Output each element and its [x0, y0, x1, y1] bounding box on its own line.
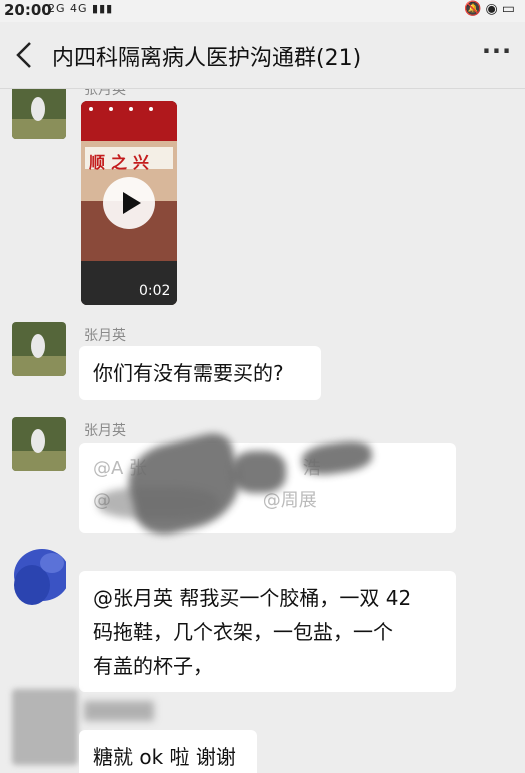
message-bubble[interactable]: @张月英 帮我买一个胶桶，一双 42 码拖鞋，几个衣架，一包盐，一个 有盖的杯子…: [79, 571, 456, 692]
message-bubble[interactable]: 你们有没有需要买的?: [79, 346, 321, 400]
avatar[interactable]: [12, 322, 66, 376]
status-icons: 🔕◉▭: [464, 1, 519, 17]
play-icon: [123, 192, 141, 214]
back-button[interactable]: [10, 38, 40, 72]
more-options-button[interactable]: ···: [477, 36, 517, 70]
sender-name: 张月英: [84, 423, 126, 439]
more-icon: ···: [481, 37, 513, 65]
video-duration: 0:02: [139, 283, 171, 299]
redaction-scribble: [232, 451, 286, 493]
signal-icon: 2G 4G ▮▮▮: [48, 2, 114, 15]
sender-name: 张月英: [84, 89, 126, 98]
chat-title: 内四科隔离病人医护沟通群(21): [52, 46, 362, 71]
avatar[interactable]: [12, 89, 66, 139]
avatar-image: [12, 322, 66, 376]
battery-icon: ▭: [501, 1, 519, 17]
message-text: 糖就 ok 啦 谢谢: [93, 745, 236, 769]
chevron-left-icon: [16, 42, 31, 68]
redaction-scribble: [98, 487, 218, 519]
message-bubble[interactable]: 糖就 ok 啦 谢谢: [79, 730, 257, 773]
bell-icon: 🔕: [464, 1, 486, 17]
avatar-image: [12, 417, 66, 471]
message-line: 码拖鞋，几个衣架，一包盐，一个: [93, 620, 393, 644]
status-bar: 20:00 2G 4G ▮▮▮ 🔕◉▭: [0, 0, 525, 22]
avatar-image: [14, 549, 66, 605]
storefront-sign: 顺之兴: [89, 153, 156, 172]
message-line: 有盖的杯子，: [93, 654, 213, 678]
message-text: 你们有没有需要买的?: [93, 361, 284, 385]
lock-icon: ◉: [485, 1, 502, 17]
avatar[interactable]: [12, 545, 66, 611]
play-button[interactable]: [103, 177, 155, 229]
avatar-image: [12, 89, 66, 139]
status-time: 20:00: [4, 1, 52, 19]
message-line: @张月英 帮我买一个胶桶，一双 42: [93, 586, 412, 610]
video-message[interactable]: 顺之兴 0:02: [81, 101, 177, 305]
chat-header: 内四科隔离病人医护沟通群(21) ···: [0, 22, 525, 89]
avatar[interactable]: [12, 689, 78, 765]
avatar[interactable]: [12, 417, 66, 471]
sender-name: 张月英: [84, 328, 126, 344]
redaction-scribble: [84, 701, 154, 721]
message-list[interactable]: 张月英 顺之兴 0:02 张月英 你们有没有需要买的? 张月英 @A 张 @周展…: [0, 89, 525, 773]
